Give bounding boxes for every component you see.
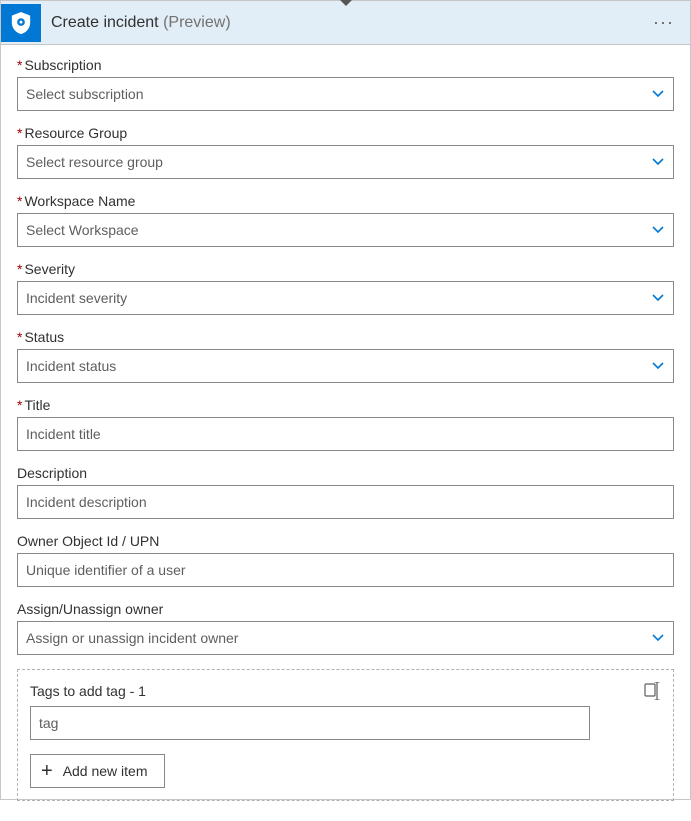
chevron-down-icon	[651, 291, 665, 305]
card-header: Create incident (Preview) ···	[1, 1, 690, 45]
label-title: *Title	[17, 397, 674, 413]
card-title-text: Create incident	[51, 14, 159, 31]
input-title[interactable]: Incident title	[17, 417, 674, 451]
rename-icon[interactable]	[643, 682, 661, 700]
select-status[interactable]: Incident status	[17, 349, 674, 383]
tags-header: Tags to add tag - 1	[30, 682, 661, 700]
collapse-caret-icon[interactable]	[340, 0, 352, 6]
label-owner: Owner Object Id / UPN	[17, 533, 674, 549]
select-resource-group[interactable]: Select resource group	[17, 145, 674, 179]
add-new-item-label: Add new item	[63, 763, 148, 779]
select-assign-placeholder: Assign or unassign incident owner	[26, 630, 651, 646]
select-subscription-placeholder: Select subscription	[26, 86, 651, 102]
select-severity-placeholder: Incident severity	[26, 290, 651, 306]
input-description[interactable]: Incident description	[17, 485, 674, 519]
connector-icon	[1, 4, 41, 42]
input-owner[interactable]: Unique identifier of a user	[17, 553, 674, 587]
card-title: Create incident (Preview)	[51, 14, 231, 32]
tags-group: Tags to add tag - 1 tag + Add new item	[17, 669, 674, 801]
chevron-down-icon	[651, 155, 665, 169]
plus-icon: +	[41, 761, 53, 781]
card-body: *Subscription Select subscription *Resou…	[1, 45, 690, 821]
select-workspace-placeholder: Select Workspace	[26, 222, 651, 238]
add-new-item-button[interactable]: + Add new item	[30, 754, 165, 788]
field-status: *Status Incident status	[17, 329, 674, 383]
chevron-down-icon	[651, 223, 665, 237]
card-preview-tag: (Preview)	[163, 14, 231, 31]
field-owner: Owner Object Id / UPN Unique identifier …	[17, 533, 674, 587]
card-more-menu[interactable]: ···	[647, 8, 680, 37]
input-owner-placeholder: Unique identifier of a user	[26, 562, 665, 578]
label-status: *Status	[17, 329, 674, 345]
field-assign: Assign/Unassign owner Assign or unassign…	[17, 601, 674, 655]
field-workspace: *Workspace Name Select Workspace	[17, 193, 674, 247]
chevron-down-icon	[651, 87, 665, 101]
label-severity: *Severity	[17, 261, 674, 277]
label-subscription: *Subscription	[17, 57, 674, 73]
tags-group-label: Tags to add tag - 1	[30, 683, 146, 699]
select-resource-group-placeholder: Select resource group	[26, 154, 651, 170]
field-title: *Title Incident title	[17, 397, 674, 451]
label-description: Description	[17, 465, 674, 481]
input-tag[interactable]: tag	[30, 706, 590, 740]
field-description: Description Incident description	[17, 465, 674, 519]
chevron-down-icon	[651, 631, 665, 645]
field-resource-group: *Resource Group Select resource group	[17, 125, 674, 179]
input-tag-placeholder: tag	[39, 715, 58, 731]
select-status-placeholder: Incident status	[26, 358, 651, 374]
select-workspace[interactable]: Select Workspace	[17, 213, 674, 247]
select-subscription[interactable]: Select subscription	[17, 77, 674, 111]
input-title-placeholder: Incident title	[26, 426, 665, 442]
label-resource-group: *Resource Group	[17, 125, 674, 141]
field-severity: *Severity Incident severity	[17, 261, 674, 315]
select-assign[interactable]: Assign or unassign incident owner	[17, 621, 674, 655]
field-subscription: *Subscription Select subscription	[17, 57, 674, 111]
input-description-placeholder: Incident description	[26, 494, 665, 510]
chevron-down-icon	[651, 359, 665, 373]
label-assign: Assign/Unassign owner	[17, 601, 674, 617]
select-severity[interactable]: Incident severity	[17, 281, 674, 315]
label-workspace: *Workspace Name	[17, 193, 674, 209]
